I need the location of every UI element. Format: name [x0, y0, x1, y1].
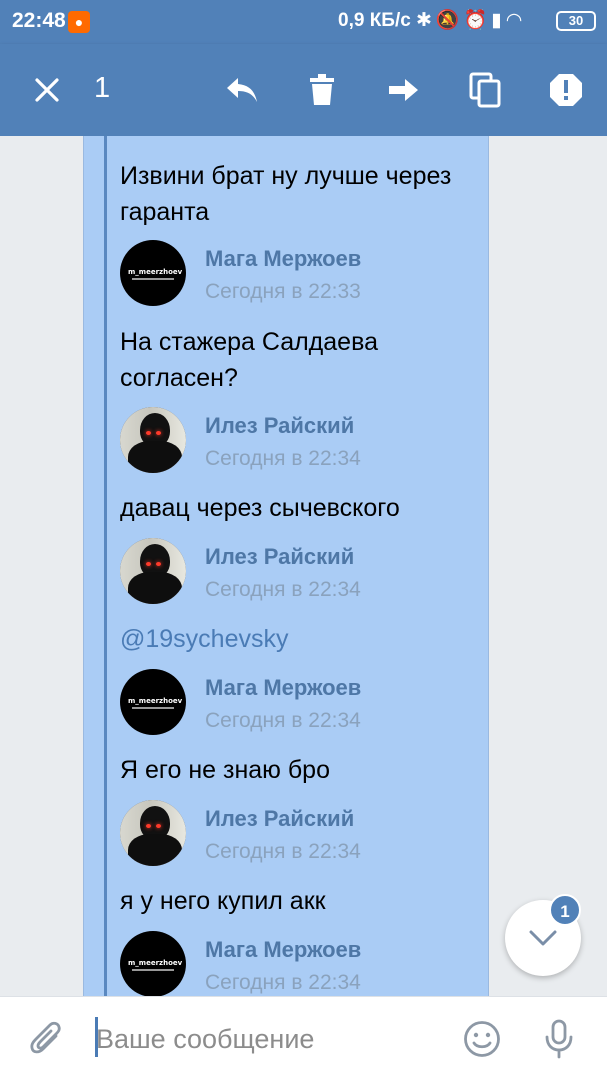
report-button[interactable] — [542, 66, 590, 114]
status-bar: 22:48 ● 0,9 КБ/с ✱🔕⏰▮◠ 30 — [0, 0, 607, 44]
signal-icon: ▮ — [491, 10, 506, 31]
message-composer — [0, 996, 607, 1080]
copy-button[interactable] — [461, 66, 509, 114]
message-time: Сегодня в 22:34 — [205, 709, 361, 732]
message-time: Сегодня в 22:34 — [205, 447, 361, 470]
forward-arrow-icon — [389, 79, 418, 101]
alarm-icon: ⏰ — [463, 10, 492, 31]
reply-icon — [227, 78, 257, 102]
wifi-icon: ◠ — [505, 10, 527, 31]
smiley-icon — [464, 1021, 500, 1057]
network-speed: 0,9 КБ/с — [338, 10, 411, 31]
message-text: Извини брат ну лучше через гаранта — [120, 162, 452, 226]
avatar-logo: m_meerzhoev — [128, 697, 183, 705]
message-text: давац через сычевского — [120, 494, 400, 522]
chat-history[interactable]: Извини брат ну лучше через гаранта m_mee… — [0, 136, 607, 996]
mute-icon: 🔕 — [435, 10, 464, 31]
mention-link[interactable]: @19sychevsky — [120, 621, 460, 657]
app-notification-icon: ● — [68, 11, 90, 33]
paperclip-icon — [30, 1021, 61, 1054]
avatar[interactable] — [120, 800, 186, 866]
avatar[interactable]: m_meerzhoev — [120, 931, 186, 996]
message-time: Сегодня в 22:33 — [205, 280, 361, 303]
message-author[interactable]: Илез Райский Сегодня в 22:34 — [120, 800, 480, 870]
author-name[interactable]: Мага Мержоев — [205, 937, 361, 963]
trash-icon — [310, 74, 334, 105]
attach-button[interactable] — [24, 1017, 68, 1061]
avatar[interactable] — [120, 538, 186, 604]
report-icon — [550, 74, 582, 106]
message-time: Сегодня в 22:34 — [205, 971, 361, 994]
author-name[interactable]: Мага Мержоев — [205, 246, 361, 272]
message-author[interactable]: m_meerzhoev Мага Мержоев Сегодня в 22:34 — [120, 931, 480, 996]
message-author[interactable]: m_meerzhoev Мага Мержоев Сегодня в 22:34 — [120, 669, 480, 739]
author-name[interactable]: Илез Райский — [205, 806, 354, 832]
emoji-button[interactable] — [460, 1017, 504, 1061]
avatar[interactable]: m_meerzhoev — [120, 669, 186, 735]
status-time: 22:48 — [12, 9, 66, 32]
message-time: Сегодня в 22:34 — [205, 840, 361, 863]
avatar[interactable] — [120, 407, 186, 473]
message-text: На стажера Салдаева согласен? — [120, 328, 378, 392]
chevron-down-icon — [529, 930, 557, 946]
avatar-logo: m_meerzhoev — [128, 268, 183, 276]
author-name[interactable]: Мага Мержоев — [205, 675, 361, 701]
close-icon — [35, 78, 59, 102]
battery-indicator: 30 — [556, 11, 596, 31]
avatar-logo: m_meerzhoev — [128, 959, 183, 967]
message-input[interactable] — [96, 1019, 436, 1059]
selection-toolbar: 1 — [0, 44, 607, 136]
copy-icon — [469, 72, 501, 108]
unread-badge: 1 — [549, 894, 581, 926]
author-name[interactable]: Илез Райский — [205, 413, 354, 439]
author-name[interactable]: Илез Райский — [205, 544, 354, 570]
delete-button[interactable] — [298, 66, 346, 114]
avatar[interactable]: m_meerzhoev — [120, 240, 186, 306]
message-author[interactable]: Илез Райский Сегодня в 22:34 — [120, 407, 480, 477]
microphone-icon — [545, 1019, 573, 1059]
selected-count: 1 — [94, 72, 111, 104]
close-selection-button[interactable] — [23, 66, 71, 114]
forward-button[interactable] — [380, 66, 428, 114]
status-icons: ✱🔕⏰▮◠ — [416, 8, 526, 32]
forwarded-quote-bar — [104, 136, 107, 996]
message-author[interactable]: m_meerzhoev Мага Мержоев Сегодня в 22:33 — [120, 240, 480, 310]
message-text: Я его не знаю бро — [120, 756, 330, 784]
bluetooth-icon: ✱ — [416, 10, 436, 31]
message-author[interactable]: Илез Райский Сегодня в 22:34 — [120, 538, 480, 608]
message-text: я у него купил акк — [120, 887, 326, 915]
voice-message-button[interactable] — [537, 1017, 581, 1061]
message-time: Сегодня в 22:34 — [205, 578, 361, 601]
reply-button[interactable] — [218, 66, 266, 114]
